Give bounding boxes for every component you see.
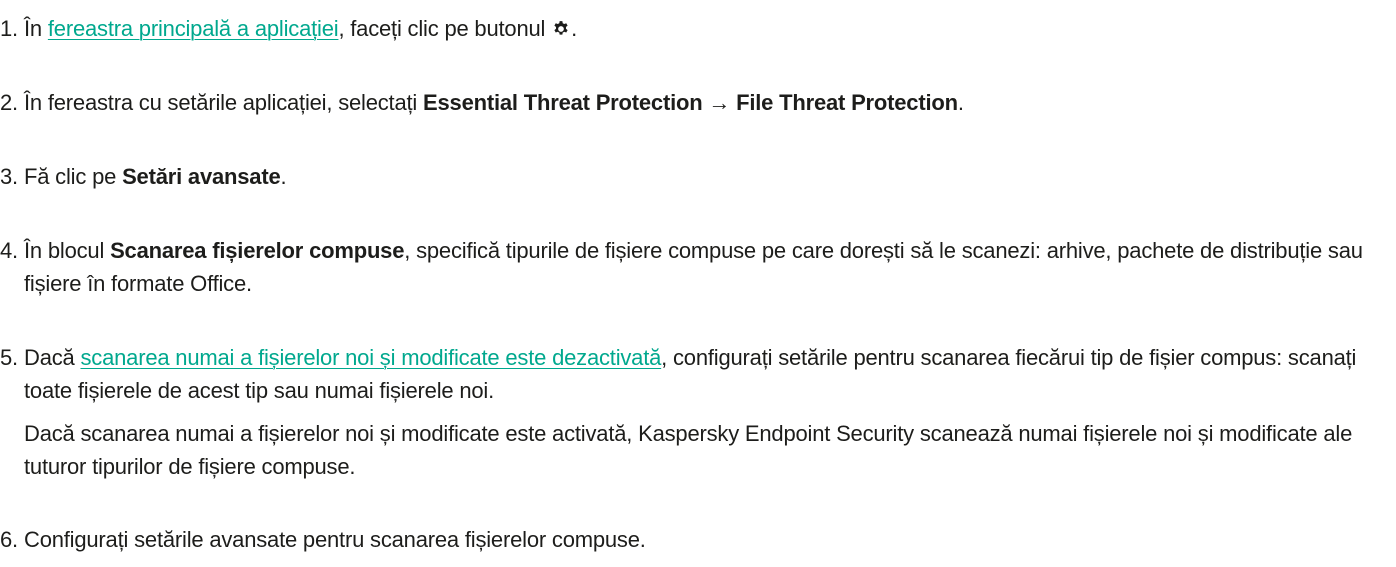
new-files-scan-link[interactable]: scanarea numai a fișierelor noi și modif… — [80, 345, 661, 370]
step-number: 5. — [0, 345, 18, 370]
step-4-text: 4. În blocul Scanarea fișierelor compuse,… — [0, 234, 1396, 300]
step-3: 3. Fă clic pe Setări avansate. — [0, 160, 1396, 193]
step-text: . — [571, 16, 578, 41]
step-4: 4. În blocul Scanarea fișierelor compuse,… — [0, 234, 1396, 300]
step-number: 4. — [0, 238, 18, 263]
step-5-text: 5. Dacă scanarea numai a fișierelor noi ș… — [0, 341, 1396, 407]
step-text: În fereastra cu setările aplicației, sel… — [24, 90, 424, 115]
menu-path-component: File Threat Protection — [736, 90, 958, 115]
advanced-settings-label: Setări avansate — [122, 164, 281, 189]
gear-icon — [554, 21, 568, 35]
step-6-text: 6. Configurați setările avansate pentru s… — [0, 523, 1396, 556]
compound-files-block-label: Scanarea fișierelor compuse — [110, 238, 405, 263]
step-text: Fă clic pe — [24, 164, 123, 189]
step-5: 5. Dacă scanarea numai a fișierelor noi ș… — [0, 341, 1396, 483]
step-6: 6. Configurați setările avansate pentru s… — [0, 523, 1396, 556]
step-number: 1. — [0, 16, 18, 41]
step-text: În — [24, 16, 48, 41]
step-text: Dacă — [24, 345, 81, 370]
step-text: În blocul — [24, 238, 111, 263]
step-1-text: 1. În fereastra principală a aplicației, … — [0, 12, 1396, 45]
step-3-text: 3. Fă clic pe Setări avansate. — [0, 160, 1396, 193]
step-number: 6. — [0, 527, 18, 552]
step-number: 3. — [0, 164, 18, 189]
step-text: , faceți clic pe butonul — [338, 16, 552, 41]
main-window-link[interactable]: fereastra principală a aplicației — [48, 16, 339, 41]
step-2: 2. În fereastra cu setările aplicației, s… — [0, 86, 1396, 119]
step-2-text: 2. În fereastra cu setările aplicației, s… — [0, 86, 1396, 119]
menu-path-section: Essential Threat Protection — [423, 90, 703, 115]
step-text: . — [957, 90, 964, 115]
path-arrow: → — [702, 90, 737, 115]
step-1: 1. În fereastra principală a aplicației, … — [0, 12, 1396, 45]
step-text: Configurați setările avansate pentru sca… — [24, 527, 646, 552]
step-5-note: Dacă scanarea numai a fișierelor noi și … — [24, 421, 1353, 479]
step-text: . — [280, 164, 287, 189]
step-number: 2. — [0, 90, 18, 115]
